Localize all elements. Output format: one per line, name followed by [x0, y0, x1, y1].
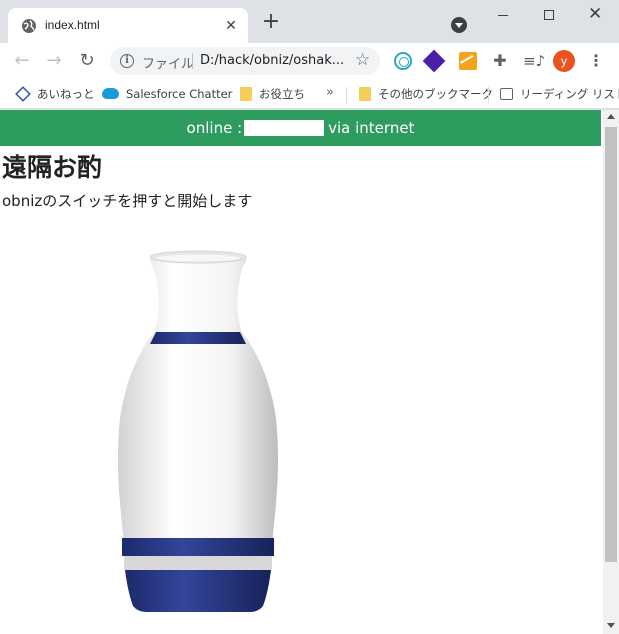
extension-diamond-icon[interactable] [422, 49, 446, 73]
close-icon[interactable]: ✕ [222, 17, 240, 35]
browser-toolbar: ← → ↻ i ファイル D:/hack/obniz/oshak... ☆ ✚ … [0, 43, 619, 79]
bookmark-folder-oyakudachi[interactable]: お役立ち [240, 86, 305, 102]
bookmark-aineto[interactable]: あいねっと [15, 85, 95, 102]
bookmarks-bar: あいねっと Salesforce Chatter お役立ち » その他のブックマ… [0, 79, 619, 109]
divider [346, 87, 347, 103]
url-text[interactable]: D:/hack/obniz/oshak... [200, 53, 344, 68]
diamond-icon [15, 85, 31, 102]
new-tab-button[interactable]: + [260, 11, 282, 34]
minimize-icon [498, 15, 508, 16]
cloud-icon [102, 88, 119, 99]
info-icon[interactable]: i [120, 54, 134, 68]
folder-icon [240, 86, 252, 101]
status-suffix: via internet [328, 119, 415, 137]
bookmark-label: あいねっと [37, 87, 95, 101]
more-bookmarks-chevron-icon[interactable]: » [326, 85, 334, 100]
forward-button[interactable]: → [42, 49, 66, 73]
browser-tab[interactable]: index.html ✕ [8, 8, 248, 43]
scrollbar-thumb[interactable] [605, 127, 617, 562]
menu-icon[interactable]: ⋮ [588, 50, 604, 72]
address-bar[interactable]: i ファイル D:/hack/obniz/oshak... ☆ [110, 47, 380, 75]
vertical-scrollbar[interactable] [603, 110, 619, 634]
scroll-down-arrow-icon[interactable] [607, 623, 615, 628]
bookmark-label: その他のブックマーク [378, 87, 493, 101]
window-close-button[interactable]: ✕ [572, 0, 618, 30]
reading-list-icon [500, 87, 513, 100]
globe-icon [22, 19, 36, 33]
tab-search-icon[interactable] [451, 17, 467, 33]
tab-title: index.html [45, 18, 100, 32]
bookmark-label: お役立ち [259, 87, 305, 101]
bookmark-label: Salesforce Chatter [126, 87, 233, 101]
extension-target-icon[interactable] [394, 52, 412, 70]
other-bookmarks[interactable]: その他のブックマーク [359, 86, 493, 102]
bookmark-star-icon[interactable]: ☆ [355, 50, 370, 70]
divider [488, 87, 489, 103]
extensions-puzzle-icon[interactable]: ✚ [491, 52, 509, 70]
media-control-icon[interactable]: ≡♪ [523, 52, 545, 70]
bookmark-label: リーディング リスト [520, 87, 619, 101]
reload-button[interactable]: ↻ [75, 49, 99, 73]
bookmark-salesforce[interactable]: Salesforce Chatter [102, 86, 232, 102]
reading-list[interactable]: リーディング リスト [500, 86, 619, 102]
minimize-button[interactable] [480, 0, 526, 30]
redacted-device-id [244, 119, 325, 136]
maximize-button[interactable] [526, 0, 572, 30]
folder-icon [359, 86, 371, 101]
tokkuri-image [118, 250, 278, 612]
maximize-icon [544, 10, 554, 20]
tab-strip: index.html ✕ + ✕ [0, 0, 619, 43]
close-icon: ✕ [588, 4, 603, 24]
back-button[interactable]: ← [10, 49, 34, 73]
page-title: 遠隔お酌 [2, 153, 103, 182]
scroll-up-arrow-icon[interactable] [607, 114, 615, 119]
status-prefix: online : [186, 119, 243, 137]
page-subtitle: obnizのスイッチを押すと開始します [2, 192, 253, 210]
extension-chart-icon[interactable] [459, 52, 477, 70]
page-viewport: online : via internet 遠隔お酌 obnizのスイッチを押すと… [0, 110, 603, 634]
divider [192, 53, 193, 69]
status-bar: online : via internet [0, 110, 601, 146]
avatar[interactable]: y [553, 50, 575, 72]
file-scheme-label: ファイル [142, 57, 195, 72]
